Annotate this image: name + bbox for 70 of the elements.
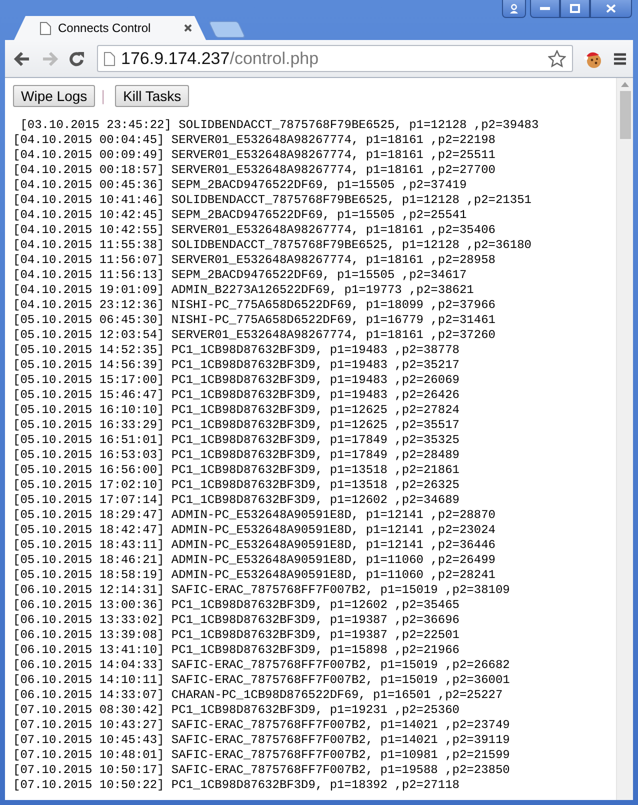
log-line: [06.10.2015 13:33:02] PC1_1CB98D87632BF3D9, p1=19387 ,p2=36696 <box>13 613 460 628</box>
log-line: [05.10.2015 17:02:10] PC1_1CB98D87632BF3D9, p1=13518 ,p2=26325 <box>13 478 460 493</box>
log-line: [05.10.2015 16:33:29] PC1_1CB98D87632BF3D9, p1=12625 ,p2=35517 <box>13 418 460 433</box>
log-line: [05.10.2015 18:43:11] ADMIN-PC_E532648A90591E8D, p1=12141 ,p2=36446 <box>13 538 496 553</box>
log-line: [07.10.2015 10:50:22] PC1_1CB98D87632BF3D9, p1=18392 ,p2=27118 <box>13 778 460 793</box>
url-path: /control.php <box>230 48 319 68</box>
log-line: [04.10.2015 23:12:36] NISHI-PC_775A658D6522DF69, p1=18099 ,p2=37966 <box>13 298 496 313</box>
log-line: [07.10.2015 10:43:27] SAFIC-ERAC_7875768FF7F007B2, p1=14021 ,p2=23749 <box>13 718 510 733</box>
log-line: [05.10.2015 15:46:47] PC1_1CB98D87632BF3D9, p1=19483 ,p2=26426 <box>13 388 460 403</box>
log-line: [06.10.2015 14:04:33] SAFIC-ERAC_7875768FF7F007B2, p1=15019 ,p2=26682 <box>13 658 510 673</box>
log-line: [04.10.2015 00:18:57] SERVER01_E532648A98267774, p1=18161 ,p2=27700 <box>13 163 496 178</box>
reload-icon[interactable] <box>69 50 85 66</box>
wipe-logs-button[interactable]: Wipe Logs <box>13 85 96 107</box>
scrollbar[interactable] <box>616 78 633 800</box>
menu-icon[interactable] <box>613 52 627 66</box>
log-line: [06.10.2015 12:14:31] SAFIC-ERAC_7875768FF7F007B2, p1=15019 ,p2=38109 <box>13 583 510 598</box>
minimize-icon <box>540 6 550 10</box>
log-line: [04.10.2015 10:42:55] SERVER01_E532648A98267774, p1=18161 ,p2=35406 <box>13 223 496 238</box>
user-icon <box>509 4 519 14</box>
log-line: [05.10.2015 06:45:30] NISHI-PC_775A658D6522DF69, p1=16779 ,p2=31461 <box>13 313 496 328</box>
log-line: [07.10.2015 10:45:43] SAFIC-ERAC_7875768FF7F007B2, p1=14021 ,p2=39119 <box>13 733 510 748</box>
url-host: 176.9.174.237 <box>121 48 230 68</box>
log-line: [04.10.2015 00:09:49] SERVER01_E532648A98267774, p1=18161 ,p2=25511 <box>13 148 496 163</box>
log-line: [03.10.2015 23:45:22] SOLIDBENDACCT_7875768F79BE6525, p1=12128 ,p2=39483 <box>19 118 539 133</box>
log-line: [05.10.2015 17:07:14] PC1_1CB98D87632BF3D9, p1=12602 ,p2=34689 <box>13 493 460 508</box>
separator: | <box>101 88 106 104</box>
log-line: [07.10.2015 08:30:42] PC1_1CB98D87632BF3D9, p1=19231 ,p2=25360 <box>13 703 460 718</box>
log-line: [06.10.2015 13:41:10] PC1_1CB98D87632BF3D9, p1=15898 ,p2=21966 <box>13 643 460 658</box>
log-line: [06.10.2015 14:10:11] SAFIC-ERAC_7875768FF7F007B2, p1=15019 ,p2=36001 <box>13 673 510 688</box>
browser-tab[interactable]: Connects Control <box>14 16 206 40</box>
star-icon[interactable] <box>548 50 566 68</box>
log-line: [05.10.2015 18:42:47] ADMIN-PC_E532648A90591E8D, p1=12141 ,p2=23024 <box>13 523 496 538</box>
log-line: [04.10.2015 00:04:45] SERVER01_E532648A98267774, p1=18161 ,p2=22198 <box>13 133 496 148</box>
log-line: [04.10.2015 10:42:45] SEPM_2BACD9476522DF69, p1=15505 ,p2=25541 <box>13 208 467 223</box>
log-line: [04.10.2015 11:55:38] SOLIDBENDACCT_7875768F79BE6525, p1=12128 ,p2=36180 <box>13 238 532 253</box>
close-icon <box>606 4 616 13</box>
log-line: [07.10.2015 10:48:01] SAFIC-ERAC_7875768FF7F007B2, p1=10981 ,p2=21599 <box>13 748 510 763</box>
kill-tasks-button[interactable]: Kill Tasks <box>115 85 190 107</box>
log-line: [06.10.2015 14:33:07] CHARAN-PC_1CB98D876522DF69, p1=16501 ,p2=25227 <box>13 688 503 703</box>
log-line: [05.10.2015 12:03:54] SERVER01_E532648A98267774, p1=18161 ,p2=37260 <box>13 328 496 343</box>
scrollbar-thumb[interactable] <box>620 91 630 139</box>
back-icon[interactable] <box>13 50 31 66</box>
log-line: [07.10.2015 10:50:17] SAFIC-ERAC_7875768FF7F007B2, p1=19588 ,p2=23850 <box>13 763 510 778</box>
log-line: [05.10.2015 14:52:35] PC1_1CB98D87632BF3D9, p1=19483 ,p2=38778 <box>13 343 460 358</box>
minimize-button[interactable] <box>530 0 560 18</box>
log-line: [04.10.2015 10:41:46] SOLIDBENDACCT_7875768F79BE6525, p1=12128 ,p2=21351 <box>13 193 532 208</box>
log-line: [06.10.2015 13:00:36] PC1_1CB98D87632BF3D9, p1=12602 ,p2=35465 <box>13 598 460 613</box>
page-icon <box>40 22 51 34</box>
log-line: [04.10.2015 00:45:36] SEPM_2BACD9476522DF69, p1=15505 ,p2=37419 <box>13 178 467 193</box>
log-line: [05.10.2015 16:56:00] PC1_1CB98D87632BF3D9, p1=13518 ,p2=21861 <box>13 463 460 478</box>
log-line: [05.10.2015 14:56:39] PC1_1CB98D87632BF3D9, p1=19483 ,p2=35217 <box>13 358 460 373</box>
log-line: [05.10.2015 15:17:00] PC1_1CB98D87632BF3D9, p1=19483 ,p2=26069 <box>13 373 460 388</box>
maximize-icon <box>570 4 580 13</box>
log-line: [05.10.2015 18:46:21] ADMIN-PC_E532648A90591E8D, p1=11060 ,p2=26499 <box>13 553 496 568</box>
address-bar[interactable]: 176.9.174.237/control.php <box>97 45 573 72</box>
maximize-button[interactable] <box>560 0 590 18</box>
page-icon <box>104 52 115 66</box>
log-line: [04.10.2015 11:56:07] SERVER01_E532648A98267774, p1=18161 ,p2=28958 <box>13 253 496 268</box>
user-button[interactable] <box>502 0 526 18</box>
log-line: [05.10.2015 16:51:01] PC1_1CB98D87632BF3D9, p1=17849 ,p2=35325 <box>13 433 460 448</box>
log-line: [05.10.2015 18:29:47] ADMIN-PC_E532648A90591E8D, p1=12141 ,p2=28870 <box>13 508 496 523</box>
tab-title: Connects Control <box>58 21 152 35</box>
log-line: [05.10.2015 16:53:03] PC1_1CB98D87632BF3D9, p1=17849 ,p2=28489 <box>13 448 460 463</box>
log-line: [06.10.2015 13:39:08] PC1_1CB98D87632BF3D9, p1=19387 ,p2=22501 <box>13 628 460 643</box>
log-line: [04.10.2015 19:01:09] ADMIN_B2273A126522DF69, p1=19773 ,p2=38621 <box>13 283 474 298</box>
log-line: [05.10.2015 16:10:10] PC1_1CB98D87632BF3D9, p1=12625 ,p2=27824 <box>13 403 460 418</box>
close-icon[interactable] <box>184 24 192 32</box>
log-line: [05.10.2015 18:58:19] ADMIN-PC_E532648A90591E8D, p1=11060 ,p2=28241 <box>13 568 496 583</box>
log-line: [04.10.2015 11:56:13] SEPM_2BACD9476522DF69, p1=15505 ,p2=34617 <box>13 268 467 283</box>
window-close-button[interactable] <box>590 0 632 18</box>
